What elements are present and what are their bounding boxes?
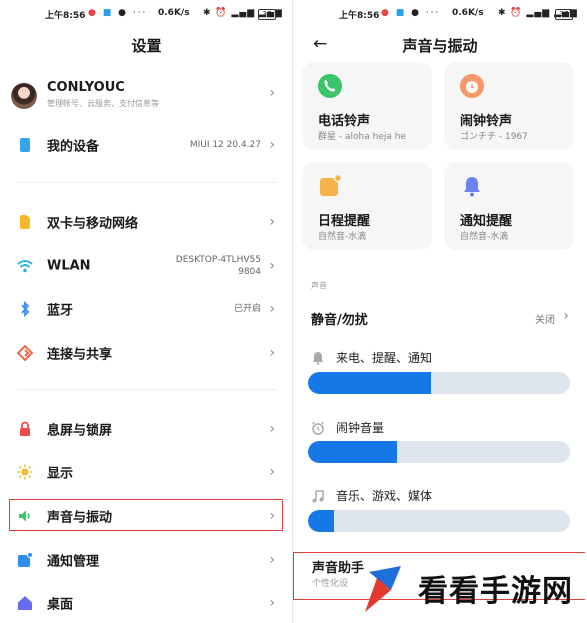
chevron-right-icon: › — [269, 464, 275, 480]
bluetooth-value: 已开启 — [233, 304, 261, 314]
bell-icon — [311, 350, 325, 365]
battery-icon: 37 — [258, 9, 276, 20]
wifi-icon — [17, 258, 33, 274]
alarm-volume-label: 闹钟音量 — [336, 421, 385, 435]
status-notification-icons: ● ■ ● ··· — [381, 8, 441, 18]
divider — [17, 389, 277, 390]
alarm-ringtone-title: 闹钟铃声 — [460, 114, 513, 129]
wlan-ssid-line2: 9804 — [238, 267, 261, 277]
selection-highlight — [9, 499, 283, 531]
home-screen-row[interactable]: 桌面 › — [0, 583, 293, 623]
media-volume-fill — [308, 510, 335, 532]
sun-icon — [17, 464, 33, 480]
mute-label: 静音/勿扰 — [311, 313, 368, 328]
lock-screen-row[interactable]: 息屏与锁屏 › — [0, 409, 293, 449]
status-notification-icons: ● ■ ● ··· — [88, 8, 148, 18]
notification-manage-row[interactable]: 通知管理 › — [0, 540, 293, 580]
ringtone-subtitle: 群星 - aloha heja he — [318, 132, 406, 142]
dual-sim-label: 双卡与移动网络 — [47, 216, 139, 232]
calendar-reminder-card[interactable]: 日程提醒 自然音-水滴 — [302, 162, 432, 250]
alarm-volume-slider[interactable] — [308, 441, 570, 463]
sim-card-icon — [17, 214, 33, 230]
media-volume-slider[interactable] — [308, 510, 570, 532]
calendar-icon — [318, 173, 343, 198]
display-row[interactable]: 显示 › — [0, 452, 293, 492]
dual-sim-row[interactable]: 双卡与移动网络 › — [0, 202, 293, 242]
status-net-speed: 0.6K/s — [452, 8, 484, 18]
alarm-clock-icon — [311, 420, 325, 435]
alarm-ringtone-subtitle: ゴンチチ - 1967 — [460, 132, 528, 142]
account-subtitle: 管理帐号、云服务、支付信息等 — [47, 99, 159, 108]
alarm-volume-fill — [308, 441, 398, 463]
chevron-right-icon: › — [269, 301, 275, 317]
calendar-reminder-title: 日程提醒 — [318, 214, 371, 229]
page-title: 声音与振动 — [402, 37, 478, 55]
lock-icon — [17, 421, 33, 437]
notification-reminder-title: 通知提醒 — [460, 214, 513, 229]
phone-icon — [318, 74, 342, 98]
watermark: 看看手游网 — [355, 556, 587, 618]
music-note-icon — [311, 488, 325, 503]
chevron-right-icon: › — [269, 214, 275, 230]
chevron-right-icon: › — [269, 421, 275, 437]
account-name: CONLYOUC — [47, 80, 125, 95]
notification-reminder-card[interactable]: 通知提醒 自然音-水滴 — [444, 162, 574, 250]
sound-assistant-subtitle: 个性化设 — [312, 579, 349, 589]
bell-icon — [460, 174, 484, 198]
connection-share-icon — [16, 344, 34, 362]
avatar — [11, 83, 37, 109]
calendar-reminder-subtitle: 自然音-水滴 — [318, 232, 367, 242]
status-time: 上午8:56 — [45, 11, 86, 21]
battery-icon: 37 — [555, 9, 573, 20]
status-net-speed: 0.6K/s — [158, 8, 190, 18]
chevron-right-icon: › — [563, 308, 569, 324]
watermark-logo — [365, 566, 401, 612]
connection-share-row[interactable]: 连接与共享 › — [0, 333, 293, 373]
settings-screen: 上午8:56 ● ■ ● ··· 0.6K/s ✱ ⏰ ▂▄▆ ▂▄▆ 37 设… — [0, 0, 293, 623]
home-screen-label: 桌面 — [47, 597, 74, 613]
chevron-right-icon: › — [269, 552, 275, 568]
sound-vibration-screen: 上午8:56 ● ■ ● ··· 0.6K/s ✱ ⏰ ▂▄▆ ▂▄▆ 37 ←… — [293, 0, 587, 623]
status-bar: 上午8:56 ● ■ ● ··· 0.6K/s ✱ ⏰ ▂▄▆ ▂▄▆ 37 — [293, 6, 587, 22]
chevron-right-icon: › — [269, 85, 275, 101]
ring-volume-fill — [308, 372, 432, 394]
wlan-label: WLAN — [47, 258, 91, 274]
notification-icon — [17, 552, 33, 568]
notification-manage-label: 通知管理 — [47, 554, 100, 570]
chevron-right-icon: › — [269, 137, 275, 153]
ring-volume-label: 来电、提醒、通知 — [336, 351, 433, 365]
bluetooth-row[interactable]: 蓝牙 已开启 › — [0, 289, 293, 329]
wlan-row[interactable]: WLAN DESKTOP-4TLHV55 9804 › — [0, 245, 293, 287]
media-volume-label: 音乐、游戏、媒体 — [336, 489, 433, 503]
home-icon — [17, 595, 33, 611]
my-device-value: MIUI 12 20.4.27 — [189, 140, 261, 150]
ring-volume-slider[interactable] — [308, 372, 570, 394]
chevron-right-icon: › — [269, 595, 275, 611]
alarm-ringtone-card[interactable]: 闹钟铃声 ゴンチチ - 1967 — [444, 62, 574, 150]
my-device-row[interactable]: 我的设备 MIUI 12 20.4.27 › — [0, 125, 293, 165]
status-bar: 上午8:56 ● ■ ● ··· 0.6K/s ✱ ⏰ ▂▄▆ ▂▄▆ 37 — [0, 6, 293, 22]
divider — [17, 182, 277, 183]
ringtone-title: 电话铃声 — [318, 114, 371, 129]
alarm-clock-icon — [460, 74, 484, 98]
wlan-ssid-line1: DESKTOP-4TLHV55 — [175, 255, 261, 265]
notification-reminder-subtitle: 自然音-水滴 — [460, 232, 509, 242]
watermark-text: 看看手游网 — [418, 574, 573, 609]
page-title: 设置 — [131, 37, 162, 55]
chevron-right-icon: › — [269, 258, 275, 274]
device-icon — [17, 137, 33, 153]
chevron-right-icon: › — [269, 345, 275, 361]
status-time: 上午8:56 — [339, 11, 380, 21]
connection-share-label: 连接与共享 — [47, 347, 113, 363]
my-device-label: 我的设备 — [47, 139, 100, 155]
lock-screen-label: 息屏与锁屏 — [47, 423, 113, 439]
section-label: 声音 — [311, 281, 327, 290]
bluetooth-label: 蓝牙 — [47, 303, 74, 319]
bluetooth-icon — [17, 300, 33, 318]
display-label: 显示 — [47, 466, 74, 482]
mute-value: 关闭 — [535, 315, 555, 326]
wlan-value: DESKTOP-4TLHV55 9804 — [176, 254, 261, 278]
ringtone-card[interactable]: 电话铃声 群星 - aloha heja he — [302, 62, 432, 150]
